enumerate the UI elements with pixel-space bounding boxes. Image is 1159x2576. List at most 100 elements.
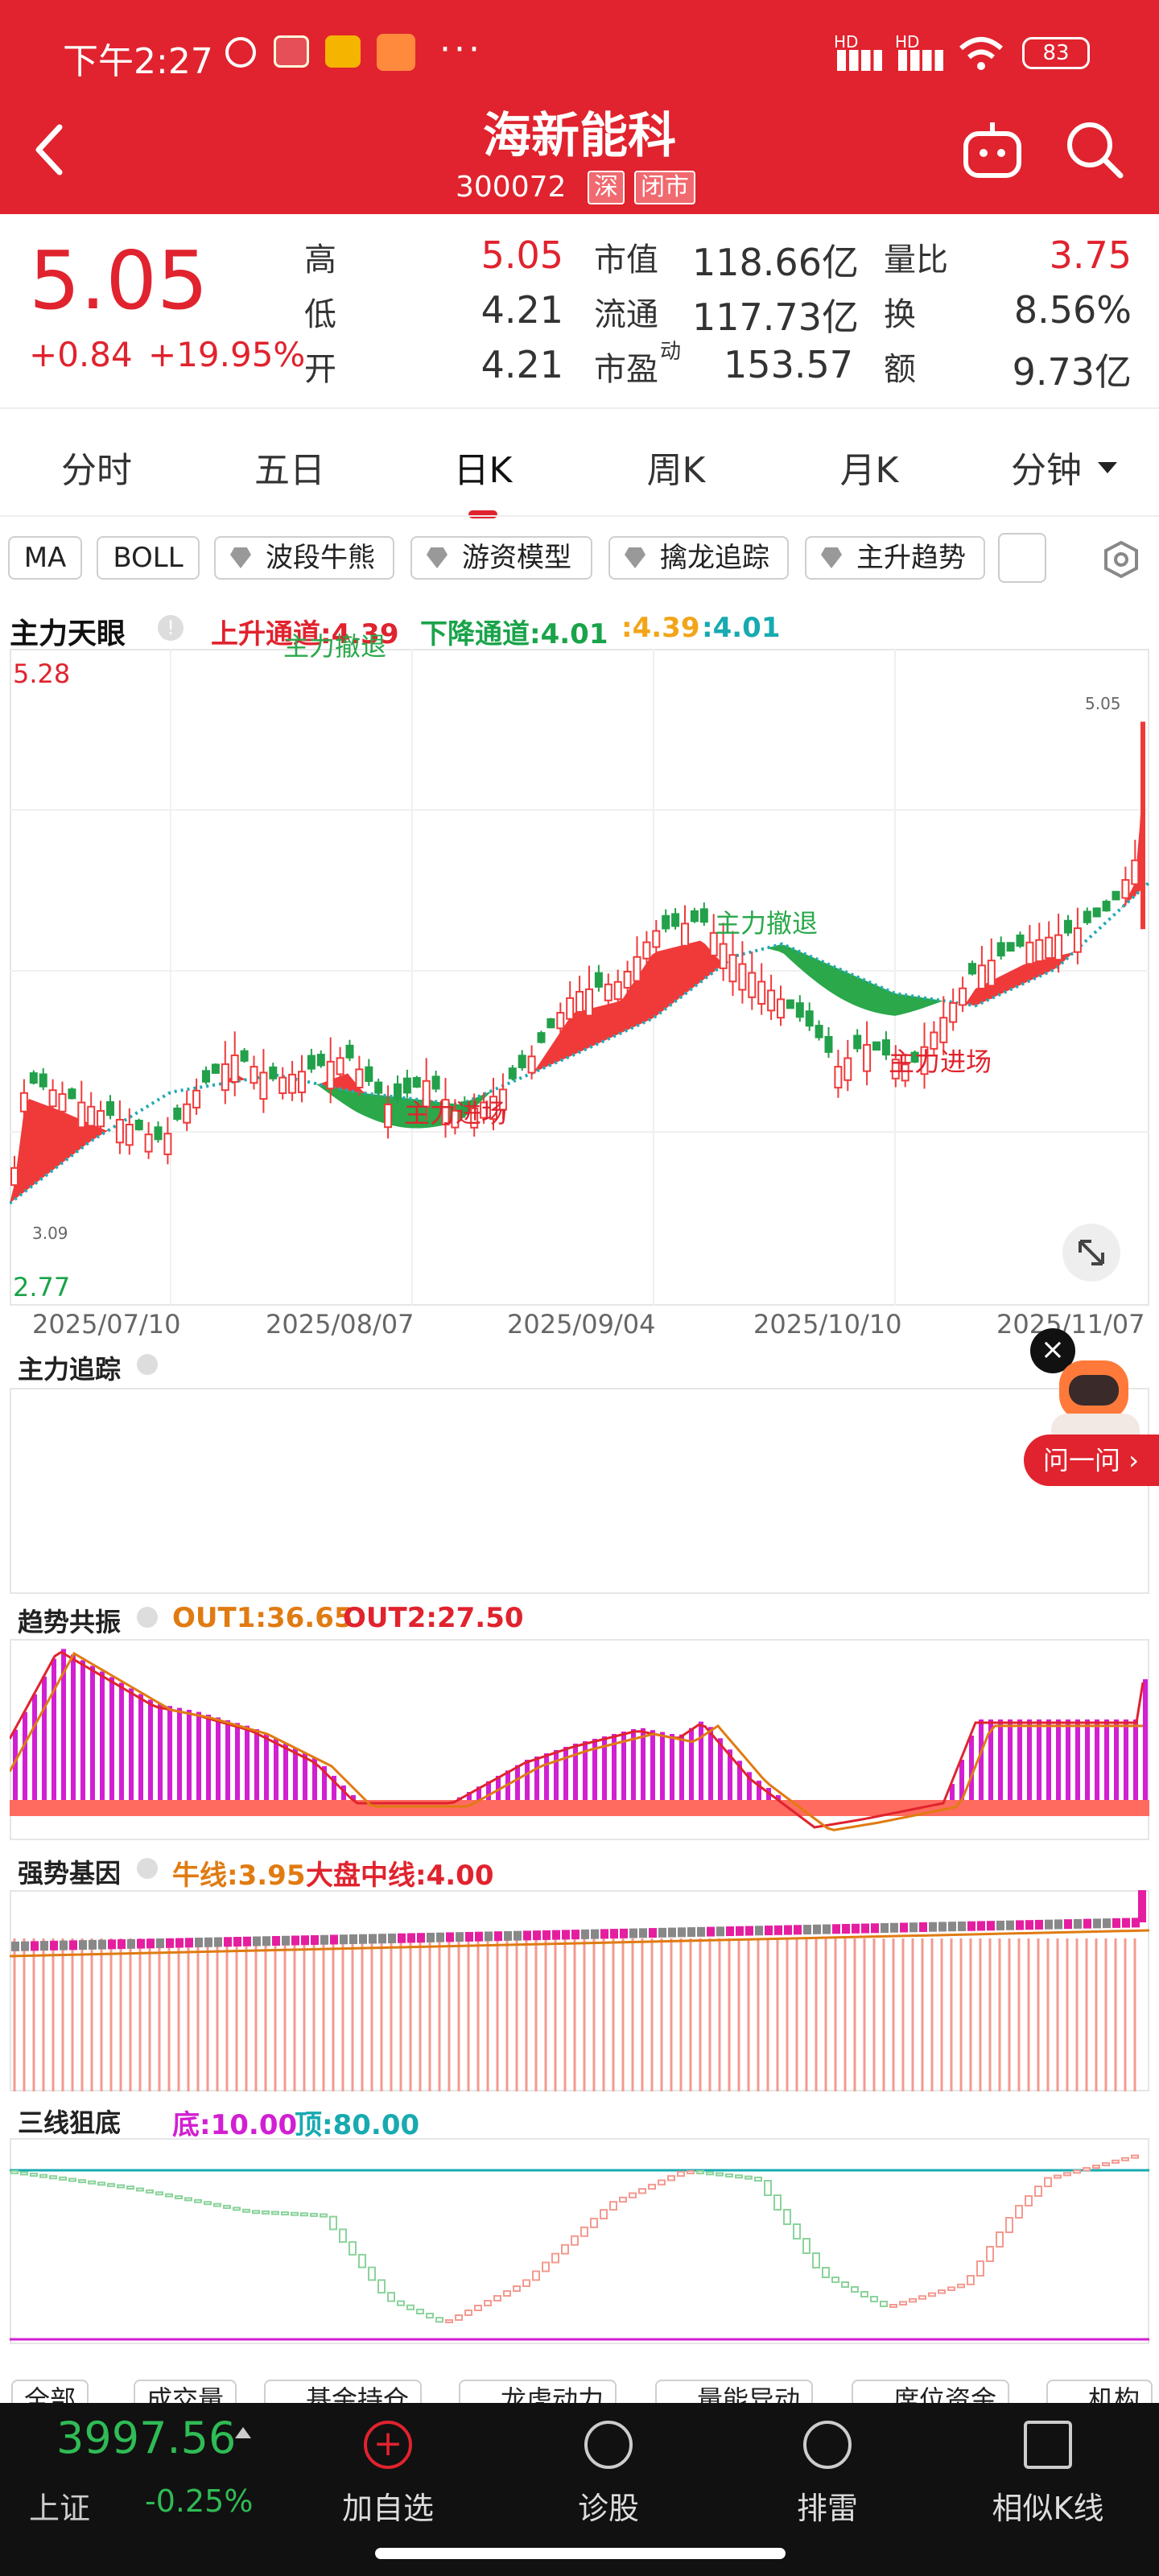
indicator-chip-label: BOLL	[113, 542, 184, 574]
resonance-bar	[1008, 1719, 1013, 1800]
tab-1[interactable]: 五日	[209, 441, 370, 493]
risk-scan-icon[interactable]	[803, 2421, 852, 2469]
gene-candle	[50, 1940, 58, 1951]
bottom-chip-1[interactable]: 成交量	[134, 2380, 237, 2405]
bottom-chip-0[interactable]: 全部	[11, 2380, 89, 2405]
gene-candle	[340, 1934, 348, 1945]
search-icon[interactable]	[1062, 118, 1127, 182]
gene-candle	[794, 1925, 802, 1935]
candle	[1102, 899, 1111, 912]
gene-candle	[813, 1924, 821, 1934]
candle	[106, 1095, 114, 1120]
candle	[250, 1055, 258, 1090]
three-line-candle	[175, 2195, 183, 2199]
info-icon[interactable]	[137, 1354, 158, 1375]
candle	[671, 908, 680, 930]
three-line-candle	[967, 2275, 975, 2285]
gene-candle	[900, 1922, 908, 1933]
gene-candle	[881, 1922, 889, 1933]
kline-chart[interactable]	[10, 649, 1149, 1306]
diagnose-icon[interactable]	[584, 2421, 633, 2469]
gene-candle	[514, 1930, 522, 1941]
candle	[959, 976, 967, 1013]
candle	[527, 1045, 536, 1080]
info-icon[interactable]	[137, 1858, 158, 1879]
tab-3[interactable]: 周K	[596, 441, 757, 493]
bottom-chip-2[interactable]: 基金持仓	[264, 2380, 423, 2405]
three-line-candle	[938, 2289, 946, 2294]
battery-icon: 83	[1022, 37, 1090, 69]
indicator-chip-2[interactable]: 波段牛熊	[214, 536, 394, 580]
candle	[872, 1041, 881, 1051]
nav-label-0[interactable]: 加自选	[299, 2483, 476, 2528]
three-line-candle	[947, 2286, 955, 2291]
three-line-candle	[677, 2170, 685, 2178]
tab-4[interactable]: 月K	[789, 441, 950, 493]
add-watchlist-icon[interactable]: +	[364, 2421, 412, 2469]
gene-candle	[127, 1938, 135, 1949]
candle	[786, 999, 794, 1009]
three-line-candle	[445, 2319, 453, 2323]
three-line-candle	[262, 2210, 270, 2215]
three-line-candle	[880, 2301, 888, 2307]
resonance-bar	[129, 1688, 134, 1800]
gene-candle	[446, 1932, 454, 1942]
indicator-chip-3[interactable]: 游资模型	[410, 536, 592, 580]
star-chip-cutoff[interactable]	[998, 533, 1046, 583]
indicator-chip-1[interactable]: BOLL	[97, 536, 200, 580]
gene-candle	[562, 1930, 570, 1940]
three-line-candle	[136, 2187, 144, 2192]
resonance-bar	[998, 1719, 1003, 1800]
info-icon[interactable]: !	[158, 615, 184, 641]
three-line-candle	[300, 2212, 308, 2217]
indicator-chip-4[interactable]: 擒龙追踪	[608, 536, 789, 580]
chevron-down-icon[interactable]	[1098, 462, 1117, 473]
three-line-candle	[580, 2226, 588, 2237]
three-line-candle	[368, 2266, 376, 2281]
settings-hex-icon[interactable]	[1101, 539, 1141, 580]
bottom-bar: 3997.56 上证 -0.25% + 加自选 诊股 排雷 相似K线	[0, 2403, 1159, 2576]
bottom-chip-5[interactable]: 席位资金	[852, 2380, 1010, 2405]
gene-candle	[330, 1934, 338, 1945]
similar-kline-icon[interactable]	[1024, 2421, 1072, 2469]
date-tick: 2025/11/07	[996, 1309, 1145, 1340]
indicator-chip-5[interactable]: 主升趋势	[805, 536, 985, 580]
gene-candle	[456, 1932, 464, 1942]
three-line-candle	[909, 2297, 917, 2303]
bottom-chip-4[interactable]: 量能异动	[655, 2380, 814, 2405]
three-line-candle	[493, 2295, 501, 2301]
trend-resonance-chart	[10, 1649, 1149, 1831]
nav-label-1[interactable]: 诊股	[520, 2483, 697, 2528]
gene-candle	[871, 1923, 879, 1934]
robot-assistant-icon[interactable]	[958, 119, 1027, 180]
three-line-candle	[233, 2207, 241, 2211]
index-value: 3997.56	[56, 2413, 237, 2463]
quote-v3-0: 3.75	[1049, 233, 1132, 277]
tab-0[interactable]: 分时	[16, 441, 177, 493]
bottom-chip-3[interactable]: 龙虎动力	[459, 2380, 617, 2405]
nav-label-2[interactable]: 排雷	[739, 2483, 916, 2528]
gene-candle	[1054, 1919, 1062, 1930]
three-line-candle	[281, 2211, 289, 2216]
candle	[431, 1071, 440, 1092]
info-icon[interactable]	[137, 1607, 158, 1628]
gene-candle	[1035, 1919, 1043, 1930]
gene-candle	[736, 1926, 744, 1936]
divider	[0, 407, 1159, 409]
resonance-bar	[177, 1707, 182, 1800]
nav-label-3[interactable]: 相似K线	[959, 2483, 1136, 2528]
expand-icon[interactable]	[1062, 1224, 1120, 1282]
gene-candle	[166, 1938, 174, 1948]
indicator-chip-label: 波段牛熊	[266, 542, 375, 574]
resonance-bar	[109, 1677, 114, 1800]
gene-candle	[542, 1930, 551, 1940]
resonance-bar	[80, 1660, 85, 1800]
candle	[547, 1018, 555, 1029]
tab-2[interactable]: 日K	[402, 441, 563, 493]
ask-button[interactable]: 问一问 ›	[1024, 1435, 1159, 1486]
high-marker: 5.05	[1085, 694, 1121, 713]
candle	[68, 1087, 76, 1100]
bottom-chip-6[interactable]: 机构	[1046, 2380, 1153, 2405]
indicator-chip-0[interactable]: MA	[8, 536, 82, 580]
gene-candle	[204, 1937, 212, 1947]
